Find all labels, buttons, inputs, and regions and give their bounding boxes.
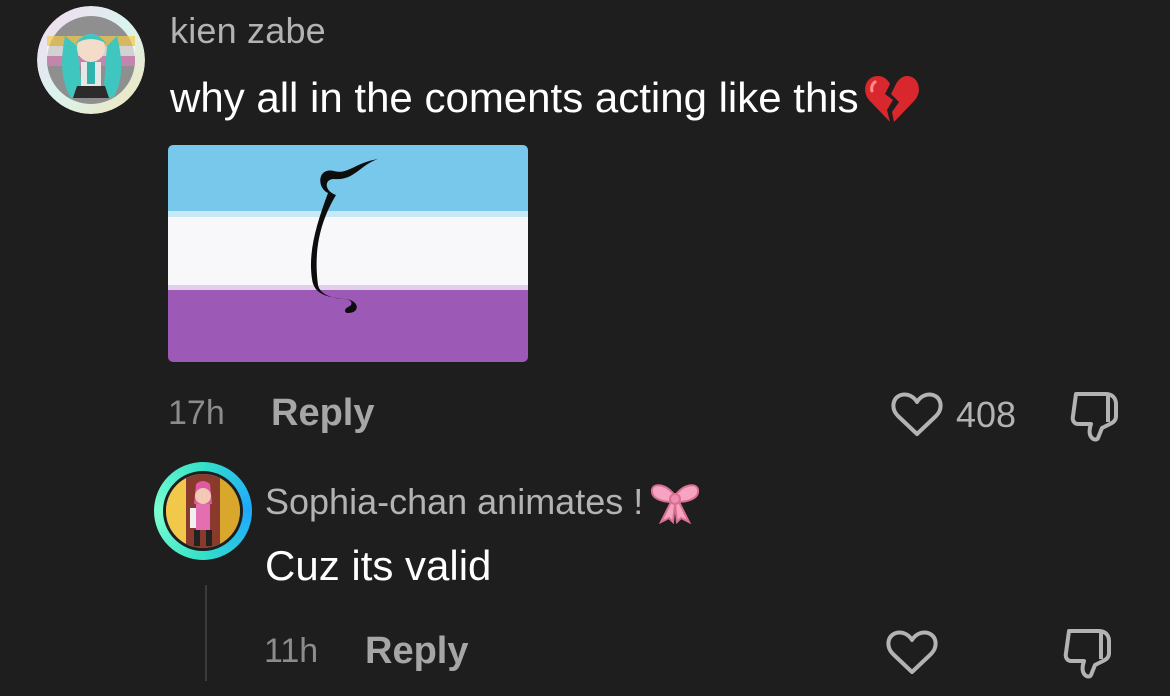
dislike-icon[interactable] bbox=[1070, 390, 1124, 442]
comment-timestamp: 17h bbox=[168, 394, 225, 432]
comment-text: why all in the coments acting like this bbox=[170, 72, 919, 124]
broken-heart-icon bbox=[863, 72, 919, 124]
reply-username-text: Sophia-chan animates ! bbox=[265, 481, 644, 522]
like-heart-icon[interactable] bbox=[890, 392, 944, 438]
like-heart-icon[interactable] bbox=[885, 630, 939, 676]
dislike-icon[interactable] bbox=[1063, 627, 1117, 679]
reply-username[interactable]: Sophia-chan animates ! bbox=[265, 480, 701, 524]
reply-to-reply-button[interactable]: Reply bbox=[365, 630, 468, 673]
like-count: 408 bbox=[956, 394, 1017, 435]
reply-timestamp: 11h bbox=[264, 632, 319, 670]
thread-line bbox=[205, 585, 207, 681]
ribbon-bow-icon bbox=[649, 480, 701, 524]
reply-button[interactable]: Reply bbox=[271, 392, 374, 435]
pride-flag-image[interactable] bbox=[168, 145, 528, 362]
reply-avatar[interactable] bbox=[163, 471, 243, 551]
avatar[interactable] bbox=[37, 6, 145, 114]
comment-text-content: why all in the coments acting like this bbox=[170, 74, 859, 121]
comment-username[interactable]: kien zabe bbox=[170, 10, 326, 52]
reply-text: Cuz its valid bbox=[265, 542, 492, 589]
